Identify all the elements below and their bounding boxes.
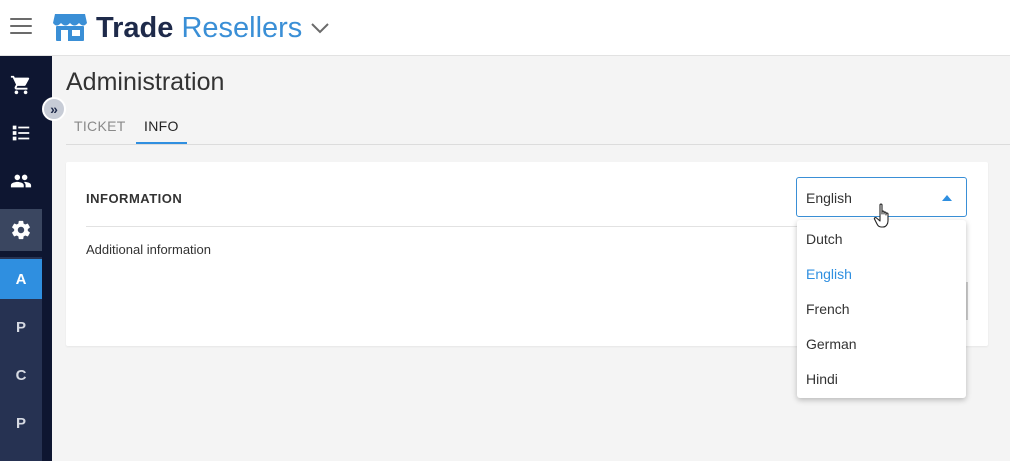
- brand-name[interactable]: Trade Resellers: [96, 11, 302, 45]
- rail-item-c[interactable]: C: [0, 355, 42, 395]
- rail-item-p2[interactable]: P: [0, 403, 42, 443]
- page-title: Administration: [66, 68, 225, 96]
- store-logo-icon: [53, 14, 87, 41]
- brand-name-part1: Trade: [96, 12, 174, 44]
- chevron-down-icon[interactable]: [310, 20, 330, 36]
- hand-cursor-icon: [873, 203, 889, 228]
- brand-name-part2: Resellers: [181, 12, 303, 44]
- option-hindi[interactable]: Hindi: [797, 362, 966, 397]
- option-french[interactable]: French: [797, 292, 966, 327]
- people-icon[interactable]: [0, 160, 42, 202]
- option-german[interactable]: German: [797, 327, 966, 362]
- expand-rail-button[interactable]: »: [42, 97, 66, 121]
- settings-icon[interactable]: [0, 209, 42, 251]
- hamburger-menu-icon[interactable]: [10, 18, 32, 36]
- rail-item-p[interactable]: P: [0, 307, 42, 347]
- language-dropdown: Dutch English French German Hindi: [797, 220, 966, 398]
- option-english[interactable]: English: [797, 257, 966, 292]
- caret-up-icon: [942, 195, 952, 201]
- top-bar: Trade Resellers: [0, 0, 1010, 56]
- list-icon[interactable]: [0, 112, 42, 154]
- tab-ticket[interactable]: TICKET: [74, 118, 126, 134]
- tab-info[interactable]: INFO: [136, 118, 187, 144]
- language-select-value: English: [806, 190, 852, 206]
- additional-information-text: Additional information: [86, 242, 212, 257]
- rail-item-a[interactable]: A: [0, 259, 42, 299]
- tab-bar: TICKET INFO: [66, 112, 1010, 145]
- card-heading: INFORMATION: [86, 191, 183, 206]
- cart-icon[interactable]: [0, 64, 42, 106]
